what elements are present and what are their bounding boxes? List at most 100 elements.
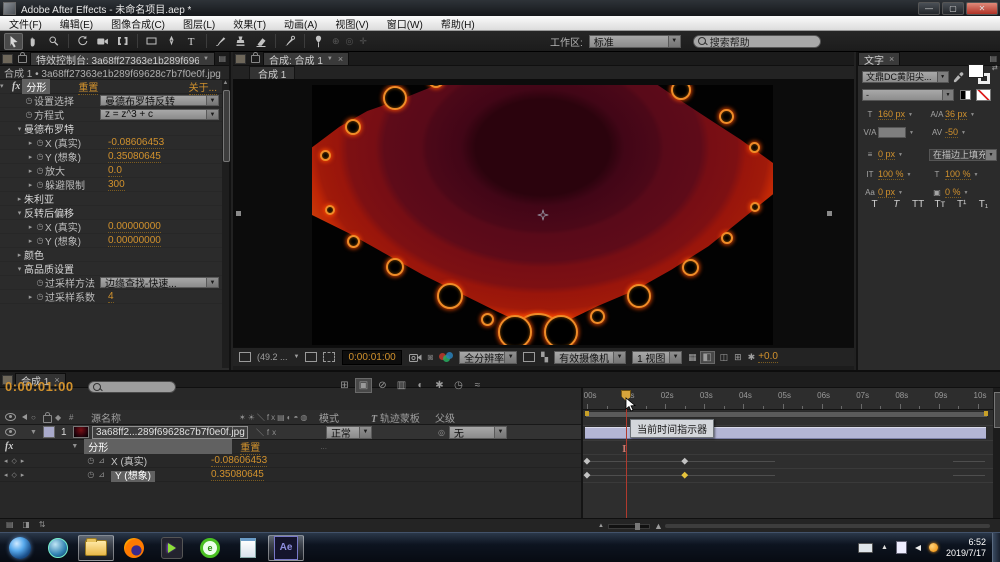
chevron-down-icon[interactable]: ▼ <box>898 152 903 158</box>
char-attr-value[interactable]: 160 px <box>878 109 905 120</box>
hide-shy-icon[interactable]: ⊘ <box>374 378 391 393</box>
source-name-column[interactable]: 源名称 <box>91 410 239 425</box>
parameter-value[interactable]: 300 <box>108 179 125 191</box>
stopwatch-icon[interactable]: ◷ <box>35 138 45 147</box>
taskbar-clock[interactable]: 6:52 2019/7/17 <box>946 537 986 559</box>
effect-parameter-row[interactable]: ◷方程式z = z^3 + c▼ <box>0 108 229 122</box>
composition-viewport[interactable] <box>233 79 854 347</box>
stopwatch-icon[interactable]: ◷ <box>35 222 45 231</box>
frame-blend-icon[interactable]: ▥ <box>393 378 410 393</box>
no-color-swatch[interactable] <box>976 89 991 101</box>
char-attr-value[interactable]: 0 % <box>945 187 961 198</box>
zoom-tool[interactable] <box>44 33 63 50</box>
chevron-down-icon[interactable]: ▼ <box>908 112 913 118</box>
taskbar-after-effects[interactable]: Ae <box>268 535 304 561</box>
start-button[interactable] <box>2 535 38 561</box>
timeline-track-area[interactable]: :00s01s02s03s04s05s06s07s08s09s10s ◆◆◆◆ … <box>583 388 993 518</box>
twirl-closed-icon[interactable]: ▸ <box>26 237 35 245</box>
zoom-out-icon[interactable]: ▲ <box>598 523 604 529</box>
stopwatch-icon[interactable]: ◷ <box>35 180 45 189</box>
brainstorm-icon[interactable]: ✱ <box>431 378 448 393</box>
twirl-open-icon[interactable]: ▾ <box>15 209 24 217</box>
parameter-value[interactable]: 0.0 <box>108 165 122 177</box>
action-center-icon[interactable] <box>896 541 907 554</box>
faux-style-button[interactable]: T₁ <box>975 199 992 210</box>
parameter-dropdown[interactable]: 曼德布罗特反转▼ <box>100 95 219 106</box>
menu-item[interactable]: 视图(V) <box>326 16 377 30</box>
chevron-down-icon[interactable]: ▼ <box>294 354 300 360</box>
keyframe-diamond[interactable]: ◆ <box>681 470 688 481</box>
effect-parameter-row[interactable]: ▸◷X (真实)-0.08606453 <box>0 136 229 150</box>
twirl-closed-icon[interactable]: ▸ <box>15 251 24 259</box>
scroll-up-icon[interactable]: ▲ <box>222 80 229 86</box>
axis-mode-view-icon[interactable]: ✛ <box>359 36 367 47</box>
twirl-closed-icon[interactable]: ▸ <box>26 153 35 161</box>
audio-icon[interactable] <box>22 414 27 420</box>
layer-row[interactable]: ▼ 1 3a68ff2...289f69628c7b7f0e0f.jpg ＼fx… <box>0 425 581 440</box>
parameter-value[interactable]: 0.00000000 <box>108 221 161 233</box>
work-area-bar[interactable] <box>585 411 988 418</box>
faux-style-button[interactable]: T <box>888 199 905 210</box>
draft-3d-icon[interactable]: ▣ <box>355 378 372 393</box>
effect-name[interactable]: 分形 <box>84 439 232 454</box>
twirl-closed-icon[interactable]: ▸ <box>26 223 35 231</box>
effect-controls-scrollbar[interactable]: ▲ <box>222 80 229 368</box>
font-style-dropdown[interactable]: - ▼ <box>862 89 954 101</box>
timeline-horizontal-scrollbar[interactable] <box>665 524 990 528</box>
transparency-grid-icon[interactable]: ▚ <box>541 352 548 363</box>
timeline-vertical-scrollbar[interactable] <box>993 388 1000 518</box>
stopwatch-icon[interactable]: ◷ <box>35 292 45 301</box>
exposure-value[interactable]: +0.0 <box>758 351 778 363</box>
pickwhip-icon[interactable]: ◎ <box>438 428 445 437</box>
keyframe-nav-icons[interactable]: ◂ ◇ ▸ <box>4 471 25 479</box>
region-of-interest-icon[interactable] <box>323 352 335 362</box>
workspace-dropdown[interactable]: 标准 ▼ <box>589 35 681 48</box>
taskbar-potplayer[interactable] <box>154 535 190 561</box>
effect-parameter-row[interactable]: ▾曼德布罗特 <box>0 122 229 136</box>
char-attr-value[interactable]: 100 % <box>945 169 971 180</box>
work-area-end-handle[interactable] <box>984 411 988 416</box>
effect-name[interactable]: 分形 <box>22 79 50 94</box>
effect-parameter-row[interactable]: ◷设置选择曼德布罗特反转▼ <box>0 94 229 108</box>
stopwatch-icon[interactable]: ◷ <box>24 110 34 119</box>
eye-icon[interactable] <box>5 413 16 421</box>
stopwatch-icon[interactable]: ◷ <box>35 236 45 245</box>
effect-parameter-row[interactable]: ▸◷X (真实)0.00000000 <box>0 220 229 234</box>
time-ruler[interactable]: :00s01s02s03s04s05s06s07s08s09s10s <box>583 388 993 410</box>
twirl-closed-icon[interactable]: ▸ <box>26 293 35 301</box>
chevron-down-icon[interactable]: ▼ <box>961 130 966 136</box>
show-desktop-button[interactable] <box>992 533 1000 562</box>
motion-blur-icon[interactable]: ◐ <box>412 378 429 393</box>
default-colors-icon[interactable] <box>960 90 971 100</box>
rectangle-tool[interactable] <box>142 33 161 50</box>
menu-item[interactable]: 图像合成(C) <box>102 16 174 30</box>
timeline-zoom-slider[interactable]: ▲ ▲ <box>598 521 663 531</box>
magnification-value[interactable]: (49.2 ... <box>257 352 288 362</box>
effect-parameter-row[interactable]: ▸◷躲避限制300 <box>0 178 229 192</box>
parameter-value[interactable]: 4 <box>108 291 114 303</box>
stopwatch-icon[interactable]: ◷ <box>35 278 45 287</box>
effect-parameter-row[interactable]: ▸◷Y (想象)0.00000000 <box>0 234 229 248</box>
chevron-down-icon[interactable]: ▼ <box>974 172 979 178</box>
camera-view-dropdown[interactable]: 有效摄像机 ▼ <box>554 351 626 364</box>
keyframe-diamond[interactable]: ◆ <box>584 470 591 481</box>
property-label[interactable]: X (真实) <box>111 453 211 468</box>
panel-menu-icon[interactable]: ▤ <box>989 54 1000 63</box>
viewer-tab[interactable]: 合成 1 <box>249 66 295 79</box>
char-attr-value[interactable]: -50 <box>945 127 958 138</box>
search-help-box[interactable]: 搜索帮助 <box>693 35 821 48</box>
lock-icon[interactable] <box>43 415 52 423</box>
property-label[interactable]: Y (想象) <box>111 467 211 482</box>
puppet-pin-tool[interactable] <box>309 33 328 50</box>
rotation-tool[interactable] <box>73 33 92 50</box>
chevron-down-icon[interactable]: ▼ <box>964 190 969 196</box>
effect-twirl-icon[interactable]: ▼ <box>71 443 78 450</box>
maximize-button[interactable]: ▢ <box>942 2 964 15</box>
keyframe-diamond[interactable]: ◆ <box>584 456 591 467</box>
scrollbar-thumb[interactable] <box>223 90 230 162</box>
layer-label-chip[interactable] <box>43 426 55 438</box>
expand-layer-switches-icon[interactable]: ▤ <box>6 520 14 529</box>
brush-tool[interactable] <box>211 33 230 50</box>
eyedropper-icon[interactable] <box>953 71 964 83</box>
close-button[interactable]: ✕ <box>966 2 998 15</box>
